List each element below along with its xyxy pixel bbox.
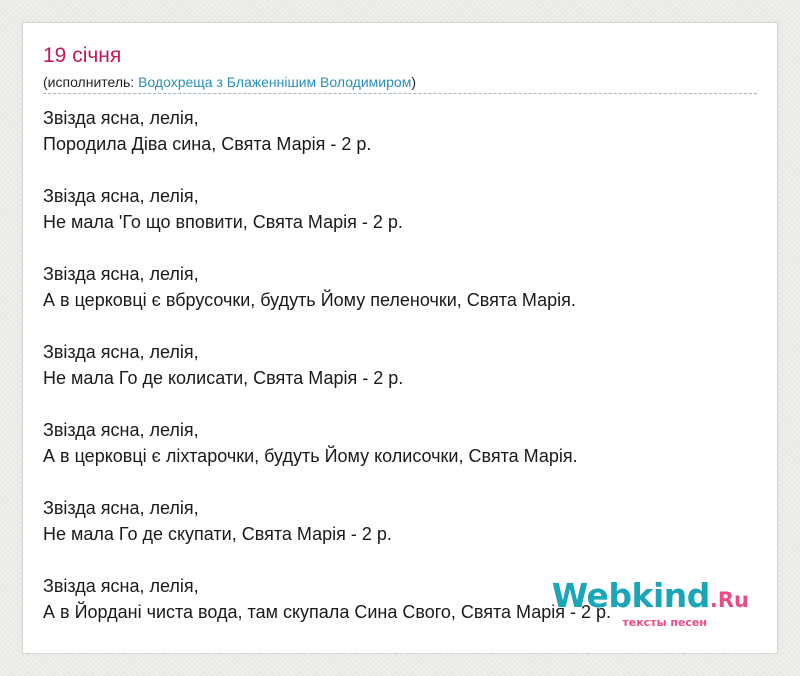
lyric-line: Не мала Го де колисати, Свята Марія - 2 …: [43, 368, 404, 388]
lyric-line: Не мала 'Го що вповити, Свята Марія - 2 …: [43, 212, 403, 232]
performer-suffix: ): [411, 74, 416, 90]
performer-line: (исполнитель: Водохреща з Блаженнішим Во…: [43, 73, 757, 94]
song-title: 19 січня: [43, 44, 122, 67]
logo-tld: .Ru: [709, 588, 749, 612]
stanza: Звізда ясна, лелія, Не мала 'Го що впови…: [43, 183, 757, 235]
lyric-line: Звізда ясна, лелія,: [43, 108, 199, 128]
stanza: Звізда ясна, лелія, А в церковці є ліхта…: [43, 417, 757, 469]
lyrics-card: 19 січня (исполнитель: Водохреща з Блаже…: [22, 22, 778, 654]
stanza: Звізда ясна, лелія, Не мала Го де скупат…: [43, 495, 757, 547]
lyric-line: А в церковці є ліхтарочки, будуть Йому к…: [43, 446, 578, 466]
lyric-line: А в церковці є вбрусочки, будуть Йому пе…: [43, 290, 576, 310]
stanza: Звізда ясна, лелія, А в церковці є вбрус…: [43, 261, 757, 313]
lyric-line: Звізда ясна, лелія,: [43, 420, 199, 440]
stanza: Звізда ясна, лелія, Не мала Го де колиса…: [43, 339, 757, 391]
logo-wordmark: Webkind.Ru: [552, 579, 749, 617]
lyric-line: Звізда ясна, лелія,: [43, 264, 199, 284]
performer-link[interactable]: Водохреща з Блаженнішим Володимиром: [138, 74, 411, 90]
site-logo: Webkind.Ru тексты песен: [552, 579, 749, 629]
stanza: Звізда ясна, лелія, Породила Діва сина, …: [43, 105, 757, 157]
lyrics-text: Звізда ясна, лелія, Породила Діва сина, …: [43, 105, 757, 651]
lyric-line: Породила Діва сина, Свята Марія - 2 р.: [43, 134, 372, 154]
logo-name: Webkind: [551, 576, 711, 615]
lyric-line: Звізда ясна, лелія,: [43, 186, 199, 206]
logo-tagline: тексты песен: [622, 616, 707, 629]
performer-prefix: (исполнитель:: [43, 74, 139, 90]
lyric-line: Звізда ясна, лелія,: [43, 498, 199, 518]
lyric-line: Не мала Го де скупати, Свята Марія - 2 р…: [43, 524, 392, 544]
lyric-line: Звізда ясна, лелія,: [43, 342, 199, 362]
